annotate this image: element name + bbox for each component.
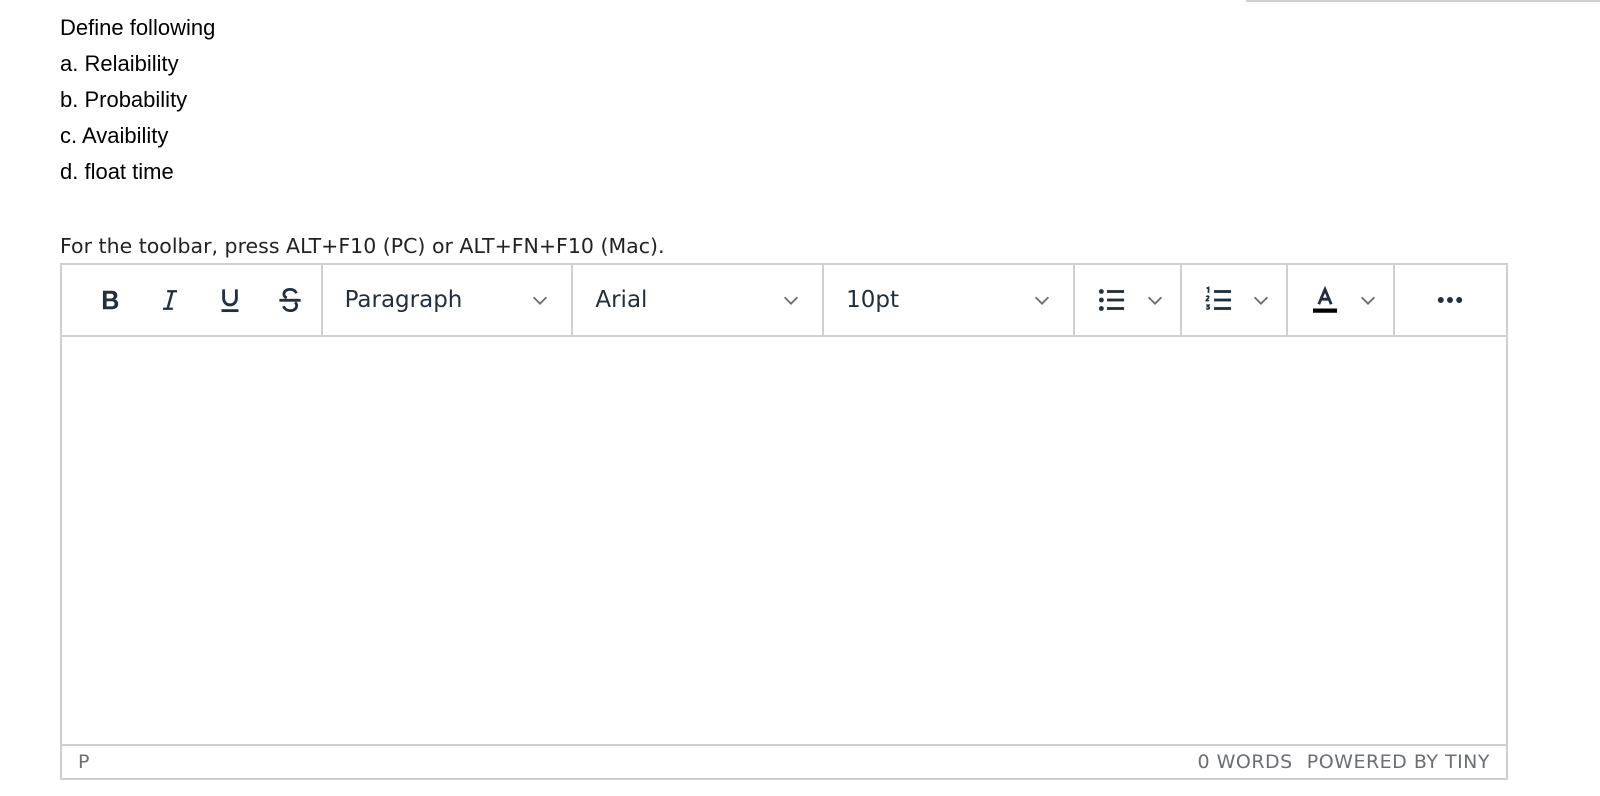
bullet-list-button[interactable] bbox=[1075, 265, 1182, 335]
chevron-down-icon bbox=[533, 296, 548, 305]
text-format-group bbox=[62, 265, 323, 335]
question-line: Define following bbox=[60, 15, 216, 40]
toolbar-hint: For the toolbar, press ALT+F10 (PC) or A… bbox=[60, 234, 665, 258]
strikethrough-icon bbox=[279, 287, 301, 313]
numbered-list-button[interactable] bbox=[1182, 265, 1289, 335]
chevron-down-icon bbox=[1034, 296, 1049, 305]
bold-button[interactable] bbox=[80, 275, 140, 325]
question-line: d. float time bbox=[60, 159, 174, 184]
more-icon bbox=[1438, 297, 1463, 303]
top-divider bbox=[1246, 0, 1600, 2]
italic-button[interactable] bbox=[140, 275, 200, 325]
bullet-list-icon bbox=[1098, 289, 1124, 311]
font-size-value: 10pt bbox=[846, 287, 900, 313]
powered-by-link[interactable]: POWERED BY TINY bbox=[1307, 751, 1490, 773]
text-color-button[interactable] bbox=[1288, 265, 1395, 335]
underline-button[interactable] bbox=[200, 275, 260, 325]
block-format-select[interactable]: Paragraph bbox=[323, 265, 574, 335]
editor-content-area[interactable] bbox=[62, 335, 1506, 744]
question-line: a. Relaibility bbox=[60, 51, 179, 76]
editor-toolbar: Paragraph Arial 10pt bbox=[62, 265, 1506, 337]
text-color-icon bbox=[1313, 285, 1338, 313]
bold-icon bbox=[102, 290, 119, 310]
font-size-select[interactable]: 10pt bbox=[824, 265, 1075, 335]
italic-icon bbox=[162, 290, 178, 310]
editor-statusbar: P 0 WORDS POWERED BY TINY bbox=[62, 744, 1506, 778]
block-format-value: Paragraph bbox=[344, 287, 463, 313]
question-text: Define following a. Relaibility b. Proba… bbox=[60, 10, 215, 190]
page: Define following a. Relaibility b. Proba… bbox=[0, 0, 1600, 796]
more-button[interactable] bbox=[1395, 265, 1506, 335]
chevron-down-icon[interactable] bbox=[1357, 289, 1379, 311]
strikethrough-button[interactable] bbox=[260, 275, 320, 325]
underline-icon bbox=[221, 289, 239, 313]
numbered-list-icon bbox=[1204, 286, 1231, 310]
word-count[interactable]: 0 WORDS bbox=[1197, 751, 1292, 773]
font-family-value: Arial bbox=[595, 287, 648, 313]
element-path[interactable]: P bbox=[78, 751, 90, 773]
chevron-down-icon bbox=[784, 296, 799, 305]
question-line: b. Probability bbox=[60, 87, 188, 112]
chevron-down-icon[interactable] bbox=[1144, 289, 1166, 311]
font-family-select[interactable]: Arial bbox=[573, 265, 825, 335]
rich-text-editor: Paragraph Arial 10pt P 0 WORDS POWERED B… bbox=[60, 263, 1508, 780]
chevron-down-icon[interactable] bbox=[1250, 289, 1272, 311]
question-line: c. Avaibility bbox=[60, 123, 169, 148]
